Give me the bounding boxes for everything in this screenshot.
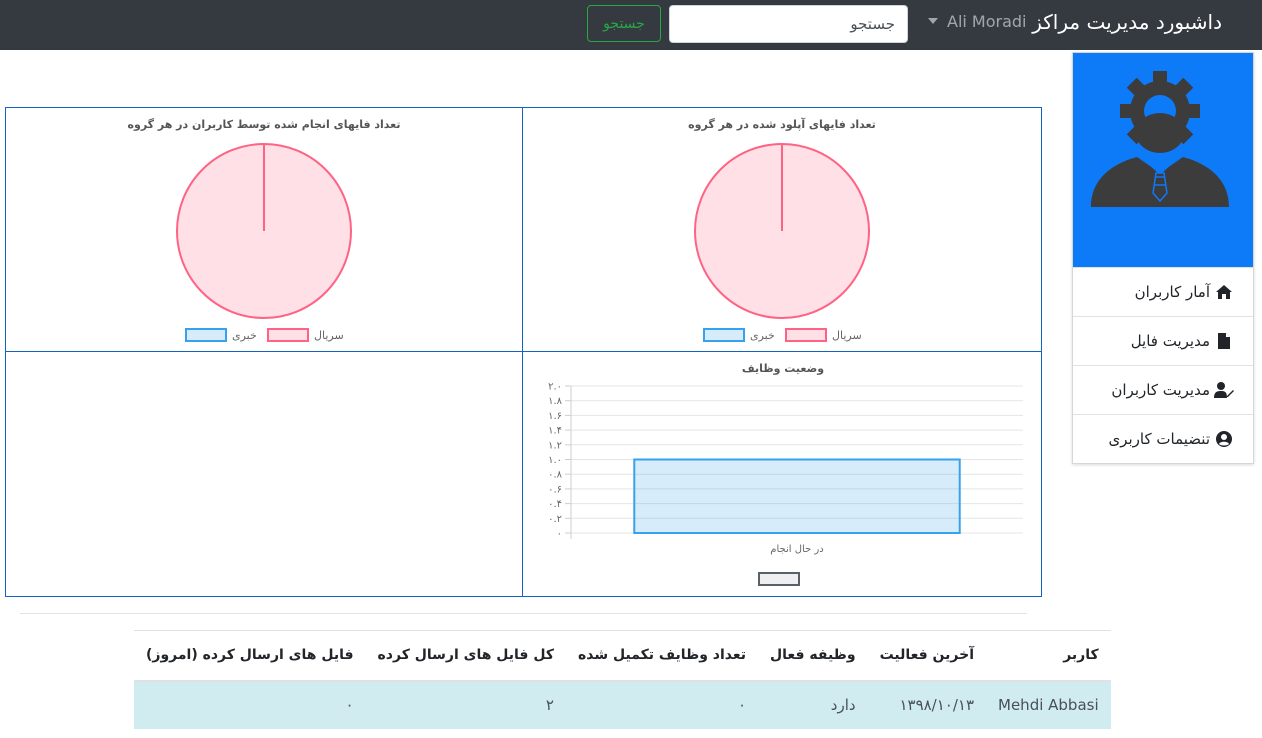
cell-completed-tasks: ۰: [565, 680, 759, 729]
top-navbar: داشبورد مدیریت مراکز Ali Moradi جستجو: [0, 0, 1262, 50]
legend-label-news: خبری: [232, 329, 257, 342]
chart-title: تعداد فایهای آپلود شده در هر گروه: [688, 117, 876, 131]
legend-swatch-news[interactable]: [703, 328, 745, 342]
cell-files-today: ۰: [134, 680, 366, 729]
user-dropdown[interactable]: Ali Moradi: [928, 12, 1027, 31]
legend-label-news: خبری: [750, 329, 775, 342]
sidebar-item-user-settings[interactable]: تنضیمات کاربری: [1073, 414, 1253, 463]
legend-swatch[interactable]: [758, 572, 800, 586]
search-button[interactable]: جستجو: [587, 5, 661, 42]
legend: سریال خبری: [185, 328, 344, 342]
search-input[interactable]: [669, 5, 908, 43]
table-row[interactable]: Mehdi Abbasi ۱۳۹۸/۱۰/۱۳ دارد ۰ ۲ ۰: [134, 680, 1111, 729]
sidebar-item-label: تنضیمات کاربری: [1108, 430, 1210, 448]
cell-active-task: دارد: [758, 680, 868, 729]
col-completed-tasks[interactable]: تعداد وظایف تکمیل شده: [565, 630, 759, 682]
y-tick-label: ۱.۲: [548, 440, 562, 451]
sidebar-item-user-management[interactable]: مدیریت کاربران: [1073, 365, 1253, 414]
completed-files-chart-panel: تعداد فایهای انجام شده توسط کاربران در ه…: [5, 107, 523, 352]
y-tick-label: ۰: [557, 529, 562, 540]
file-icon: [1214, 332, 1234, 350]
y-tick-label: ۰.۶: [548, 484, 562, 495]
completed-files-pie-chart: تعداد فایهای انجام شده توسط کاربران در ه…: [127, 118, 401, 342]
chart-title: وضعیت وظایف: [742, 362, 824, 375]
y-tick-label: ۱.۶: [548, 411, 562, 422]
bars: [633, 458, 961, 534]
col-last-activity[interactable]: آخرین فعالیت: [867, 630, 987, 682]
legend-label-serial: سریال: [314, 329, 344, 342]
y-tick-label: ۱.۴: [548, 426, 562, 437]
caret-down-icon: [928, 18, 938, 24]
y-axis-ticks: ۰ ۰.۲ ۰.۴ ۰.۶ ۰.۸ ۱.۰ ۱.۲ ۱.۴ ۱.۶ ۱.۸ ۲.۰: [548, 382, 563, 540]
avatar: [1073, 53, 1253, 267]
pie-slices: [176, 143, 352, 319]
task-status-bar-chart: وضعیت وظایف ۰ ۰.۲ ۰.۴ ۰.۶ ۰.۸ ۱.۰ ۱.۲ ۱.۴ ۱.۶ ۱.۸…: [548, 362, 1023, 586]
sidebar-item-user-stats[interactable]: آمار کاربران: [1073, 267, 1253, 316]
col-active-task[interactable]: وظیفه فعال: [758, 630, 868, 682]
sidebar-menu: آمار کاربران مدیریت فایل مدیریت کاربران …: [1073, 267, 1253, 463]
empty-chart-panel: [5, 351, 523, 597]
y-tick-label: ۲.۰: [548, 382, 562, 393]
user-name: Ali Moradi: [947, 12, 1027, 31]
sidebar-item-label: آمار کاربران: [1134, 283, 1210, 301]
cell-user: Mehdi Abbasi: [986, 680, 1111, 729]
legend-label-serial: سریال: [832, 329, 862, 342]
table-header-row: کاربر آخرین فعالیت وظیفه فعال تعداد وظای…: [134, 630, 1111, 682]
admin-avatar-icon: [1091, 71, 1229, 207]
col-files-today[interactable]: فایل های ارسال کرده (امروز): [134, 630, 366, 682]
user-circle-icon: [1214, 430, 1234, 448]
legend-swatch-serial[interactable]: [267, 328, 309, 342]
y-tick-label: ۰.۲: [548, 514, 562, 525]
user-edit-icon: [1214, 381, 1234, 399]
uploaded-files-chart-panel: تعداد فایهای آپلود شده در هر گروه سریال …: [522, 107, 1042, 352]
sidebar-item-label: مدیریت کاربران: [1111, 381, 1210, 399]
bar[interactable]: [633, 458, 961, 534]
col-total-files[interactable]: کل فایل های ارسال کرده: [365, 630, 566, 682]
task-status-chart-panel: وضعیت وظایف ۰ ۰.۲ ۰.۴ ۰.۶ ۰.۸ ۱.۰ ۱.۲ ۱.۴ ۱.۶ ۱.۸…: [522, 351, 1042, 597]
legend-swatch-news[interactable]: [185, 328, 227, 342]
chart-title: تعداد فایهای انجام شده توسط کاربران در ه…: [127, 118, 400, 131]
x-tick-label: در حال انجام: [770, 544, 823, 555]
sidebar-item-label: مدیریت فایل: [1130, 332, 1210, 350]
pie-slices: [694, 143, 870, 319]
cell-last-activity: ۱۳۹۸/۱۰/۱۳: [867, 680, 987, 729]
divider: [20, 613, 1027, 614]
cell-total-files: ۲: [365, 680, 566, 729]
users-table: کاربر آخرین فعالیت وظیفه فعال تعداد وظای…: [134, 630, 1111, 729]
y-tick-label: ۱.۰: [548, 455, 562, 466]
uploaded-files-pie-chart: تعداد فایهای آپلود شده در هر گروه سریال …: [688, 117, 876, 342]
legend-swatch-serial[interactable]: [785, 328, 827, 342]
home-icon: [1214, 283, 1234, 301]
y-tick-label: ۱.۸: [548, 396, 563, 407]
sidebar-item-file-management[interactable]: مدیریت فایل: [1073, 316, 1253, 365]
y-tick-label: ۰.۴: [548, 499, 562, 510]
y-tick-label: ۰.۸: [548, 470, 563, 481]
col-user[interactable]: کاربر: [986, 630, 1111, 682]
legend: سریال خبری: [703, 328, 862, 342]
brand-title[interactable]: داشبورد مدیریت مراکز: [1032, 10, 1222, 34]
sidebar: آمار کاربران مدیریت فایل مدیریت کاربران …: [1072, 52, 1254, 464]
